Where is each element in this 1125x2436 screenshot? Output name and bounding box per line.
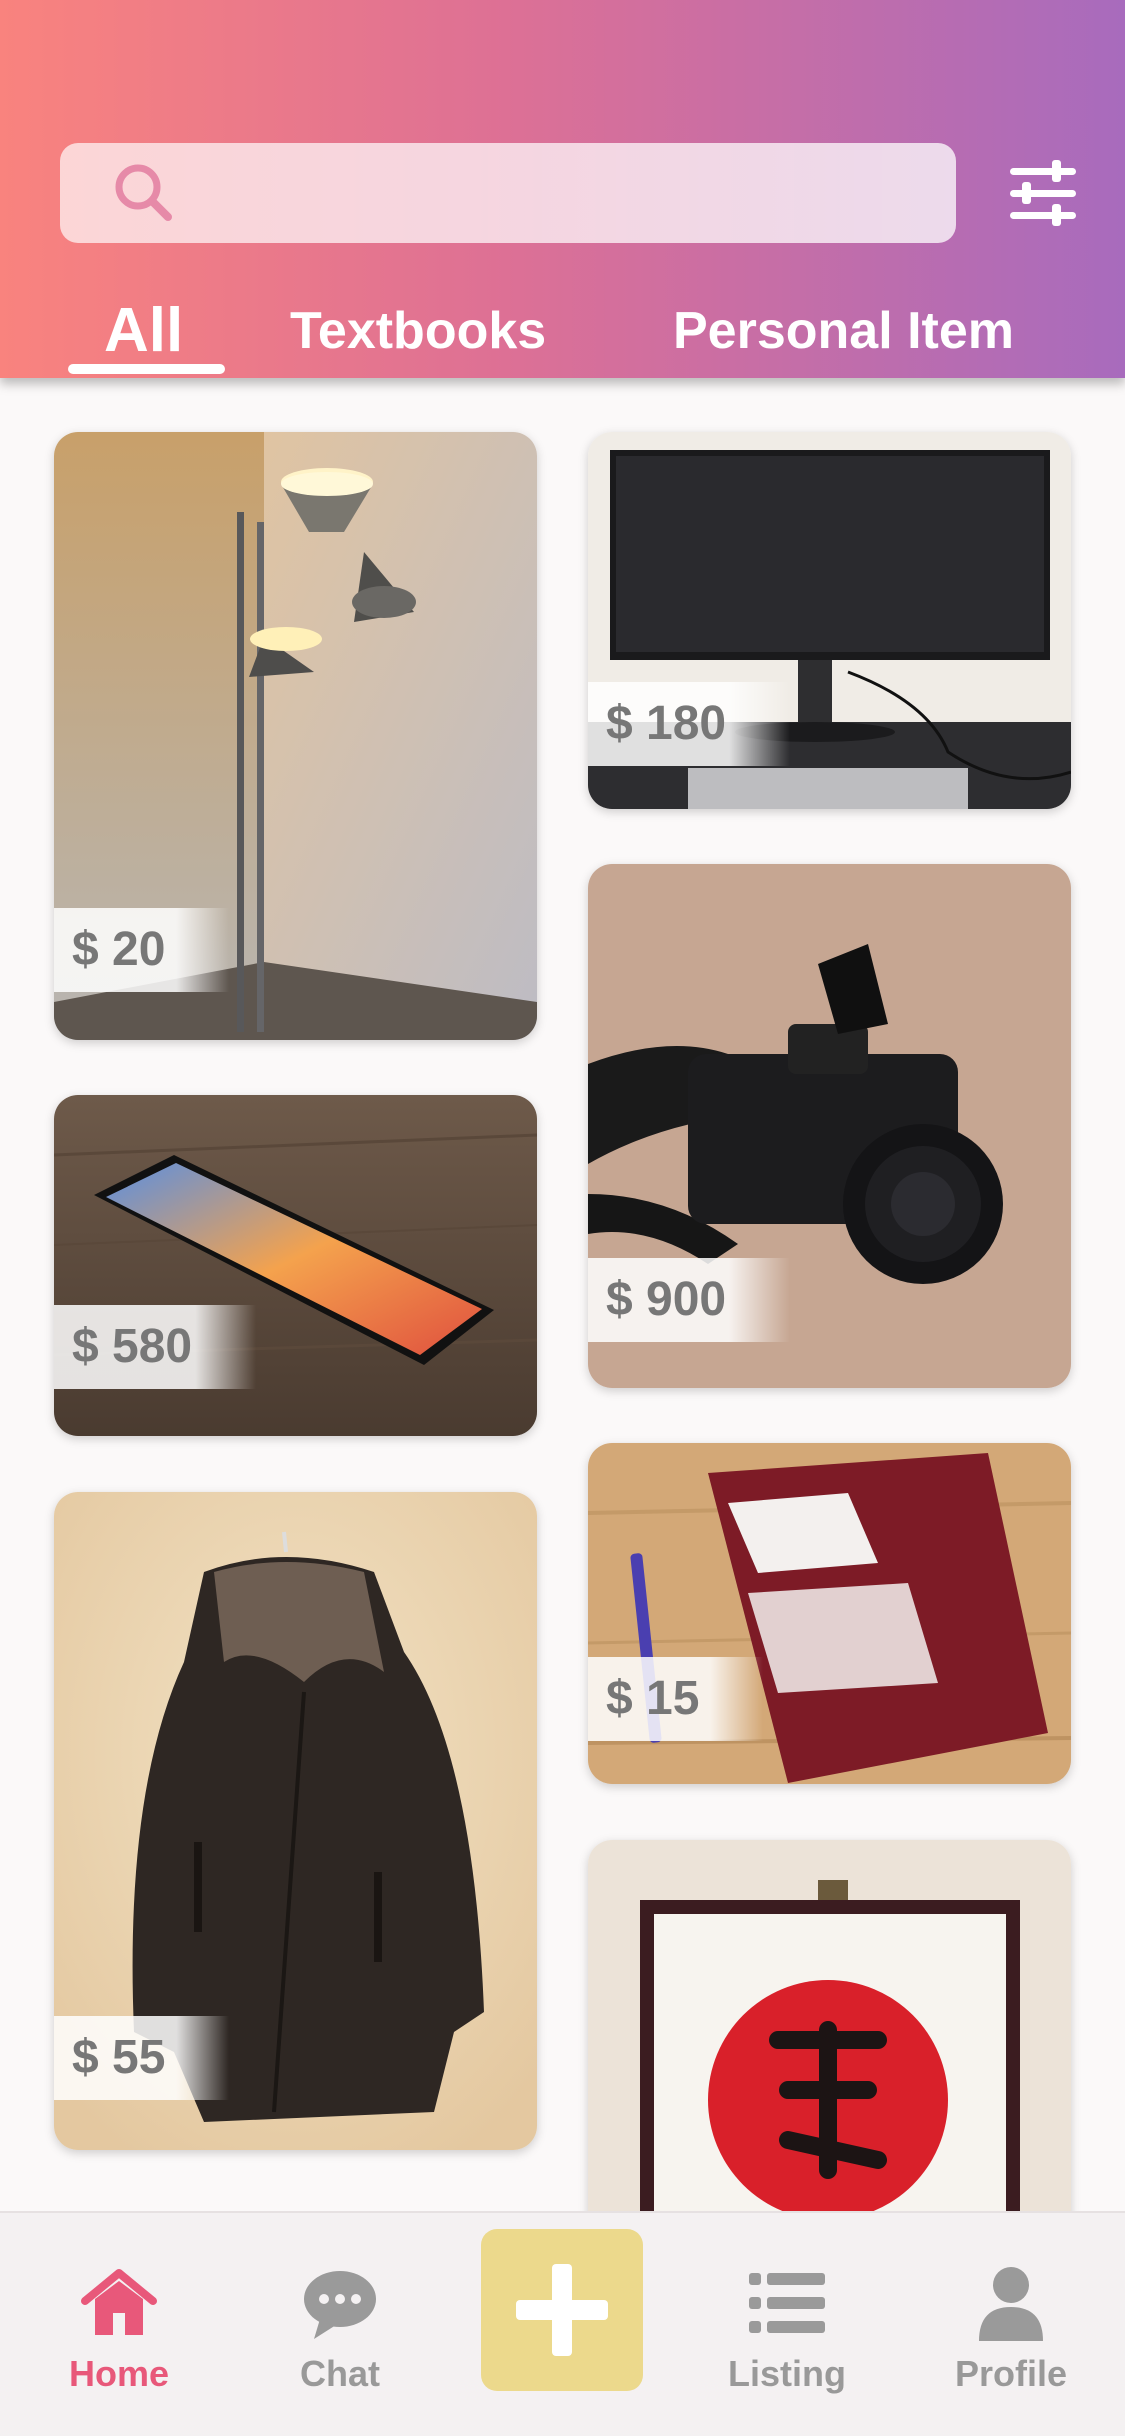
listing-card-calligraphy[interactable] (588, 1840, 1071, 2260)
listing-price: $ 20 (54, 908, 230, 992)
listing-card-phone[interactable]: $ 580 (54, 1095, 537, 1436)
nav-label-chat: Chat (300, 2353, 380, 2394)
listing-price: $ 900 (588, 1258, 791, 1342)
listing-card-jacket[interactable]: $ 55 (54, 1492, 537, 2150)
nav-profile[interactable]: Profile (911, 2213, 1111, 2436)
listing-price: $ 15 (588, 1657, 764, 1741)
calligraphy-photo (588, 1840, 1071, 2260)
bottom-nav: Home Chat Listing Profile (0, 2211, 1125, 2436)
nav-chat[interactable]: Chat (240, 2213, 440, 2436)
listing-price: $ 580 (54, 1305, 257, 1389)
list-icon (749, 2273, 825, 2333)
home-icon (81, 2269, 157, 2335)
listing-card-lamp[interactable]: $ 20 (54, 432, 537, 1040)
tab-all[interactable]: All (104, 296, 183, 366)
nav-label-listing: Listing (728, 2353, 846, 2394)
listing-card-book[interactable]: $ 15 (588, 1443, 1071, 1784)
listing-card-camera[interactable]: $ 900 (588, 864, 1071, 1388)
listing-card-monitor[interactable]: $ 180 (588, 432, 1071, 809)
add-listing-button[interactable] (481, 2229, 643, 2391)
nav-label-home: Home (68, 2353, 170, 2394)
nav-home[interactable]: Home (19, 2213, 219, 2436)
plus-icon (516, 2264, 608, 2356)
header: All Textbooks Personal Item (0, 0, 1125, 378)
person-icon (979, 2267, 1043, 2341)
tab-textbooks[interactable]: Textbooks (290, 296, 546, 366)
listing-price: $ 180 (588, 682, 791, 766)
tab-personal-item[interactable]: Personal Item (673, 296, 1014, 366)
search-icon (115, 164, 172, 221)
nav-listing[interactable]: Listing (687, 2213, 887, 2436)
search-input[interactable] (200, 143, 920, 243)
listing-price: $ 55 (54, 2016, 230, 2100)
nav-label-profile: Profile (954, 2353, 1068, 2394)
search-bar[interactable] (60, 143, 956, 243)
tab-active-indicator (68, 364, 225, 374)
chat-bubble-icon (304, 2271, 376, 2339)
filter-sliders-icon[interactable] (1006, 160, 1080, 226)
